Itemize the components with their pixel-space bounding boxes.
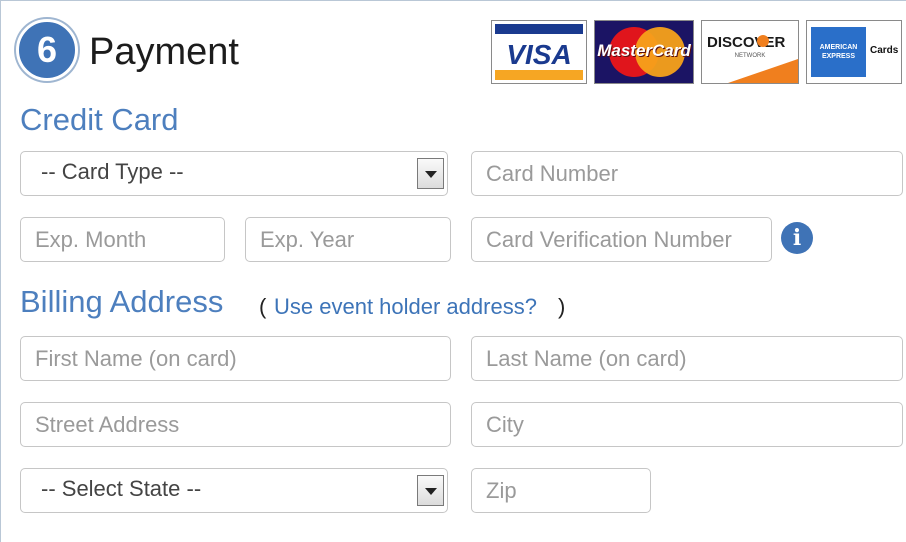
chevron-down-icon[interactable] [417,158,444,189]
visa-text: VISA [506,39,572,70]
first-name-input[interactable] [20,336,451,381]
amex-blue-box: AMERICAN EXPRESS [811,27,866,77]
info-icon[interactable]: i [781,222,813,254]
state-select[interactable]: -- Select State -- [20,468,448,513]
zip-input[interactable] [471,468,651,513]
visa-band-bottom [495,70,583,80]
amex-logo: AMERICAN EXPRESS Cards [806,20,902,84]
payment-panel: 6 Payment VISA MasterCard DISCOVER NETWO… [0,0,906,542]
credit-card-heading: Credit Card [20,102,179,137]
card-type-value: -- Card Type -- [41,159,184,184]
card-number-input[interactable] [471,151,903,196]
paren-close: ) [558,294,566,319]
amex-cards-text: Cards [870,45,899,56]
visa-band-top [495,24,583,34]
billing-address-heading: Billing Address [20,284,224,319]
chevron-down-icon[interactable] [417,475,444,506]
use-event-holder-address-link[interactable]: Use event holder address? [274,294,537,320]
discover-wedge [728,59,798,83]
section-title: Payment [89,31,239,73]
step-number: 6 [36,29,58,70]
paren-open: ( [259,294,267,319]
exp-month-input[interactable] [20,217,225,262]
last-name-input[interactable] [471,336,903,381]
state-value: -- Select State -- [41,476,202,501]
mastercard-text: MasterCard [597,41,691,60]
exp-year-input[interactable] [245,217,451,262]
discover-text: DISCOVER [707,34,786,51]
city-input[interactable] [471,402,903,447]
street-address-input[interactable] [20,402,451,447]
mastercard-logo: MasterCard [594,20,694,84]
discover-dot [757,35,769,47]
step-number-badge: 6 [16,19,78,81]
visa-logo: VISA [491,20,587,84]
cvv-input[interactable] [471,217,772,262]
discover-logo: DISCOVER NETWORK [701,20,799,84]
card-type-select[interactable]: -- Card Type -- [20,151,448,196]
